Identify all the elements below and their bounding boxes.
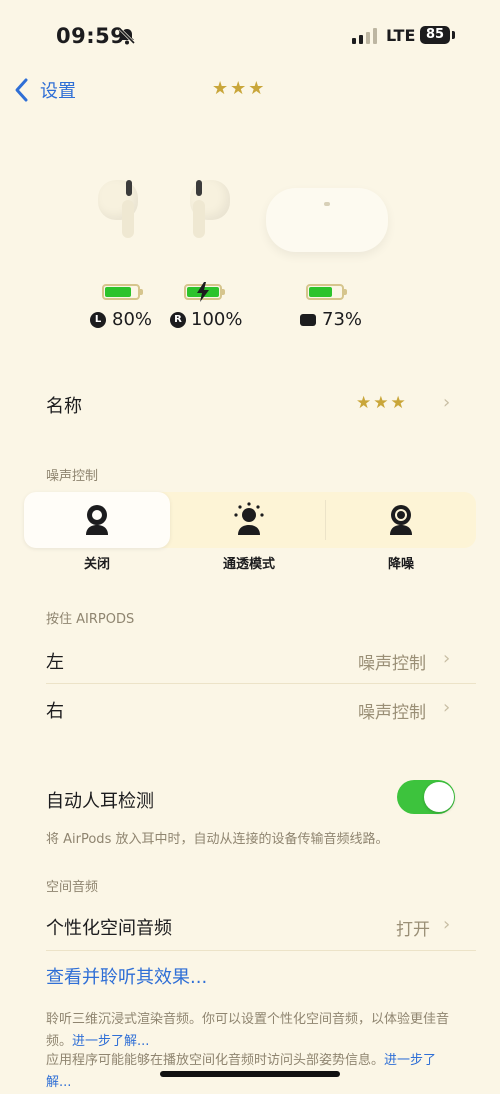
spatial-audio-description: 聆听三维沉浸式渲染音频。你可以设置个性化空间音频，以体验更佳音频。进一步了解..… xyxy=(46,1009,456,1053)
right-press-label: 右 xyxy=(46,701,64,722)
head-pose-desc-text: 应用程序可能能够在播放空间化音频时访问头部姿势信息。 xyxy=(46,1053,385,1068)
learn-more-link[interactable]: 进一步了解... xyxy=(72,1034,149,1049)
person-transparency-icon xyxy=(234,502,264,535)
row-separator xyxy=(46,950,476,951)
row-separator xyxy=(46,683,476,684)
noise-control-section-title: 噪声控制 xyxy=(46,469,99,484)
case-icon xyxy=(300,314,316,326)
spatial-audio-section-title: 空间音频 xyxy=(46,880,99,895)
left-press-label: 左 xyxy=(46,652,64,673)
noise-option-off-label: 关闭 xyxy=(83,557,110,572)
right-press-value: 噪声控制 xyxy=(358,703,426,723)
status-time: 09:59 xyxy=(56,24,126,48)
chevron-right-icon: › xyxy=(443,648,451,669)
left-battery-fill xyxy=(105,287,131,297)
network-type: LTE xyxy=(386,26,416,45)
battery-tip xyxy=(452,31,455,39)
page-title: ★★★ xyxy=(212,78,267,99)
person-noise-cancel-icon xyxy=(390,505,412,535)
person-off-icon xyxy=(86,505,108,535)
name-label: 名称 xyxy=(46,396,82,417)
back-button-label[interactable]: 设置 xyxy=(40,77,76,103)
case-battery-percent: 73% xyxy=(322,309,363,330)
see-and-hear-link[interactable]: 查看并聆听其效果... xyxy=(46,963,207,989)
left-battery-bar xyxy=(102,284,140,300)
case-battery-tip xyxy=(344,289,347,295)
right-battery-tip xyxy=(222,289,225,295)
noise-option-cancellation-label: 降噪 xyxy=(387,557,414,572)
ear-detection-label: 自动人耳检测 xyxy=(46,791,154,812)
right-earbud-icon: R xyxy=(170,312,186,328)
case-battery-fill xyxy=(309,287,333,297)
chevron-right-icon: › xyxy=(443,392,451,413)
bell-muted-icon xyxy=(118,27,136,45)
chevron-right-icon: › xyxy=(443,697,451,718)
name-value: ★★★ xyxy=(356,393,408,413)
charging-bolt-icon xyxy=(197,282,209,302)
press-hold-section-title: 按住 AIRPODS xyxy=(46,612,135,627)
battery-indicator: 85 xyxy=(420,26,450,44)
left-press-value: 噪声控制 xyxy=(358,654,426,674)
case-indicator-light xyxy=(324,202,330,206)
case-battery-bar xyxy=(306,284,344,300)
home-indicator[interactable] xyxy=(160,1071,340,1077)
charging-case-image xyxy=(266,188,388,252)
left-battery-tip xyxy=(140,289,143,295)
left-earbud-icon: L xyxy=(90,312,106,328)
segment-divider xyxy=(325,500,326,540)
back-chevron-icon[interactable] xyxy=(12,76,42,104)
toggle-knob[interactable] xyxy=(424,782,454,812)
ear-detection-description: 将 AirPods 放入耳中时，自动从连接的设备传输音频线路。 xyxy=(46,832,389,847)
chevron-right-icon: › xyxy=(443,914,451,935)
personalized-spatial-audio-label: 个性化空间音频 xyxy=(46,918,172,939)
noise-option-transparency-label: 通透模式 xyxy=(222,557,275,572)
signal-icon xyxy=(352,28,377,44)
personalized-spatial-audio-value: 打开 xyxy=(396,920,430,940)
left-battery-percent: 80% xyxy=(112,309,153,330)
right-battery-percent: 100% xyxy=(191,309,243,330)
